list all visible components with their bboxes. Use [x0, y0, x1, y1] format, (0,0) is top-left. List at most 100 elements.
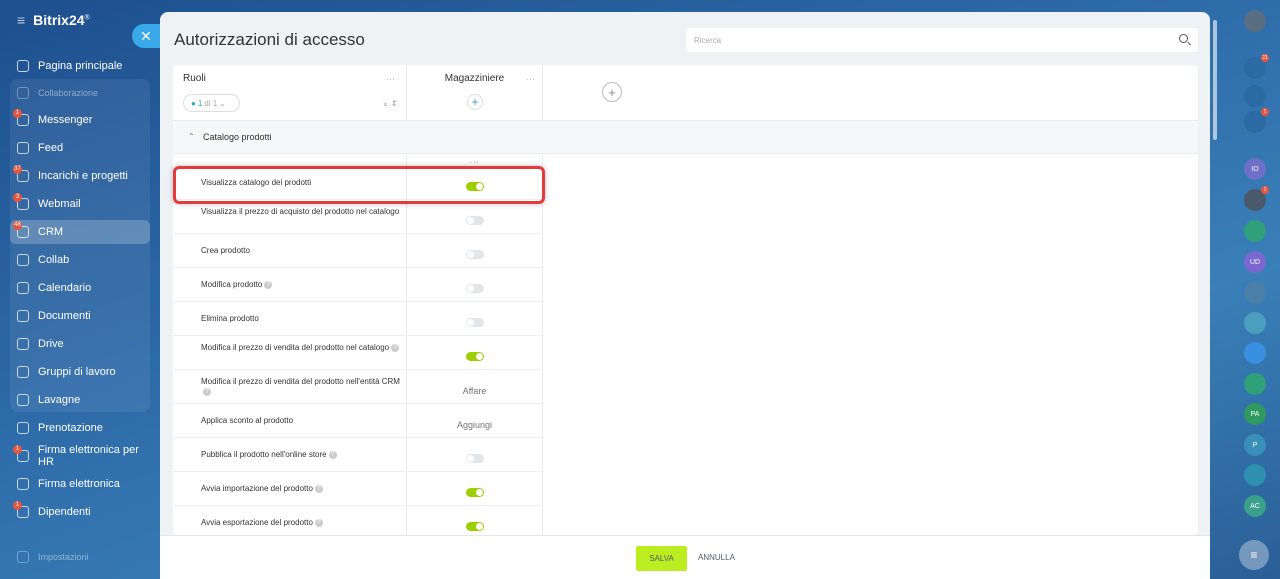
save-button[interactable]: SALVA — [636, 546, 687, 571]
permission-toggle[interactable] — [465, 454, 484, 463]
help-icon[interactable]: ? — [391, 343, 400, 352]
cancel-button[interactable]: ANNULLA — [698, 553, 735, 562]
help-icon[interactable]: ? — [264, 280, 273, 289]
quick-menu-button[interactable]: ≡ — [1239, 540, 1269, 570]
permission-label-text: Visualizza il prezzo di acquisto del pro… — [201, 207, 400, 216]
right-sidebar-avatar[interactable]: IO — [1244, 158, 1266, 180]
right-sidebar-avatar[interactable] — [1244, 85, 1266, 107]
menu-icon[interactable]: ≡ — [17, 12, 25, 28]
permission-toggle[interactable] — [465, 352, 484, 361]
sidebar-item-crm[interactable]: 48 CRM — [10, 220, 150, 244]
calendar-icon — [17, 282, 29, 294]
permission-value-cell — [407, 450, 542, 468]
collapse-expand-icon[interactable]: ⌅ ⇕ — [382, 99, 398, 108]
permission-label: Avvia importazione del prodotto? — [201, 484, 401, 494]
permission-toggle[interactable] — [465, 284, 484, 293]
sidebar-item-dipendenti[interactable]: 1 Dipendenti — [10, 500, 150, 524]
right-sidebar-avatar[interactable] — [1244, 342, 1266, 364]
right-sidebar-avatar[interactable] — [1244, 312, 1266, 334]
roles-more-button[interactable]: ... — [386, 73, 396, 82]
settings-icon — [17, 551, 29, 563]
sidebar-item-lavagne[interactable]: Lavagne — [10, 388, 150, 412]
right-sidebar-avatar[interactable]: AC — [1244, 495, 1266, 517]
permission-label: Visualizza il prezzo di acquisto del pro… — [201, 207, 401, 217]
sidebar-item-messenger[interactable]: 1 Messenger — [10, 108, 150, 132]
sidebar-item-label: Messenger — [38, 114, 93, 126]
sidebar-item-label: Firma elettronica — [38, 478, 120, 490]
right-sidebar-avatar[interactable] — [1244, 10, 1266, 32]
permission-toggle[interactable] — [465, 318, 484, 327]
permission-toggle[interactable] — [465, 216, 484, 225]
right-sidebar-avatar[interactable]: P — [1244, 434, 1266, 456]
right-sidebar-avatar[interactable] — [1244, 220, 1266, 242]
permission-label-text: Modifica il prezzo di vendita del prodot… — [201, 343, 390, 352]
sidebar-item-impostazioni[interactable]: Impostazioni — [10, 545, 150, 569]
help-icon[interactable]: ? — [314, 484, 323, 493]
right-sidebar-avatar[interactable]: PA — [1244, 403, 1266, 425]
permission-toggle[interactable] — [465, 250, 484, 259]
help-icon[interactable]: ? — [203, 387, 211, 396]
add-permission-button[interactable]: + — [467, 94, 483, 110]
list-icon: ≡ — [1250, 548, 1258, 562]
right-sidebar-avatar[interactable]: UD — [1244, 251, 1266, 273]
section-header[interactable]: ⌃ Catalogo prodotti — [173, 120, 1198, 154]
home-icon — [17, 60, 29, 72]
sidebar-item-gruppi-di-lavoro[interactable]: Gruppi di lavoro — [10, 360, 150, 384]
help-icon[interactable]: ? — [328, 450, 337, 459]
add-role-button[interactable]: + — [602, 82, 622, 102]
notification-badge: 21 — [1261, 54, 1269, 62]
permission-value-cell — [407, 212, 542, 230]
permission-select[interactable]: Aggiungi — [457, 420, 492, 430]
notification-badge: 1 — [13, 501, 22, 510]
right-sidebar-avatar[interactable]: 21 — [1244, 54, 1269, 79]
sidebar-item-label: Pagina principale — [38, 60, 123, 72]
logo-row[interactable]: ≡ Bitrix24® — [17, 12, 90, 28]
sidebar-item-incarichi-e-progetti[interactable]: 37 Incarichi e progetti — [10, 164, 150, 188]
sidebar-item-collaborazione[interactable]: Collaborazione — [10, 81, 150, 105]
permission-row: Applica sconto al prodotto Aggiungi — [173, 404, 543, 438]
permission-label-text: Crea prodotto — [201, 246, 250, 255]
sidebar-item-label: Collaborazione — [38, 88, 99, 98]
permission-toggle[interactable] — [465, 522, 484, 531]
role-more-button[interactable]: ... — [526, 73, 536, 82]
chat-icon: 1 — [13, 109, 29, 126]
sidebar-item-feed[interactable]: Feed — [10, 136, 150, 160]
eye-icon: ● — [191, 98, 196, 108]
right-sidebar-avatar[interactable] — [1244, 282, 1266, 304]
permission-label-text: Modifica il prezzo di vendita del prodot… — [201, 377, 400, 386]
section-more-button[interactable]: ... — [470, 156, 480, 165]
search-input[interactable]: Ricerca — [686, 28, 1198, 52]
chevron-down-icon: ⌄ — [219, 98, 226, 108]
sidebar-item-label: Drive — [38, 338, 64, 350]
booking-icon — [17, 422, 29, 434]
sidebar-item-documenti[interactable]: Documenti — [10, 304, 150, 328]
right-sidebar-avatar[interactable]: 1 — [1244, 186, 1269, 211]
help-icon[interactable]: ? — [314, 518, 323, 527]
permission-row: Avvia esportazione del prodotto? — [173, 506, 543, 535]
permission-toggle[interactable] — [465, 488, 484, 497]
document-icon — [17, 310, 29, 322]
sidebar-item-collab[interactable]: Collab — [10, 248, 150, 272]
section-title: Catalogo prodotti — [203, 132, 272, 142]
sidebar-item-firma-elettronica-per-hr[interactable]: 1 Firma elettronica per HR — [10, 444, 150, 468]
permission-label-text: Elimina prodotto — [201, 314, 259, 323]
permission-label-text: Avvia importazione del prodotto — [201, 484, 313, 493]
roles-pager[interactable]: ● 1 di 1 ⌄ — [183, 94, 240, 112]
right-sidebar-avatar[interactable]: 1 — [1244, 108, 1269, 133]
permission-select[interactable]: Affare — [463, 386, 487, 396]
right-sidebar-avatar[interactable] — [1244, 464, 1266, 486]
sidebar-item-calendario[interactable]: Calendario — [10, 276, 150, 300]
scrollbar[interactable] — [1213, 20, 1217, 140]
sidebar-item-pagina-principale[interactable]: Pagina principale — [10, 54, 150, 78]
permission-row: Modifica prodotto? — [173, 268, 543, 302]
sidebar-item-prenotazione[interactable]: Prenotazione — [10, 416, 150, 440]
close-slider-button[interactable]: ✕ — [132, 24, 160, 48]
sidebar-item-firma-elettronica[interactable]: Firma elettronica — [10, 472, 150, 496]
chevron-up-icon[interactable]: ⌃ — [188, 132, 195, 141]
permission-value-cell: Affare — [407, 381, 542, 399]
sidebar-item-drive[interactable]: Drive — [10, 332, 150, 356]
sidebar-item-webmail[interactable]: 3 Webmail — [10, 192, 150, 216]
right-sidebar-avatar[interactable] — [1244, 373, 1266, 395]
footer-bar: SALVA ANNULLA — [160, 535, 1210, 579]
search-icon[interactable] — [1179, 34, 1188, 43]
